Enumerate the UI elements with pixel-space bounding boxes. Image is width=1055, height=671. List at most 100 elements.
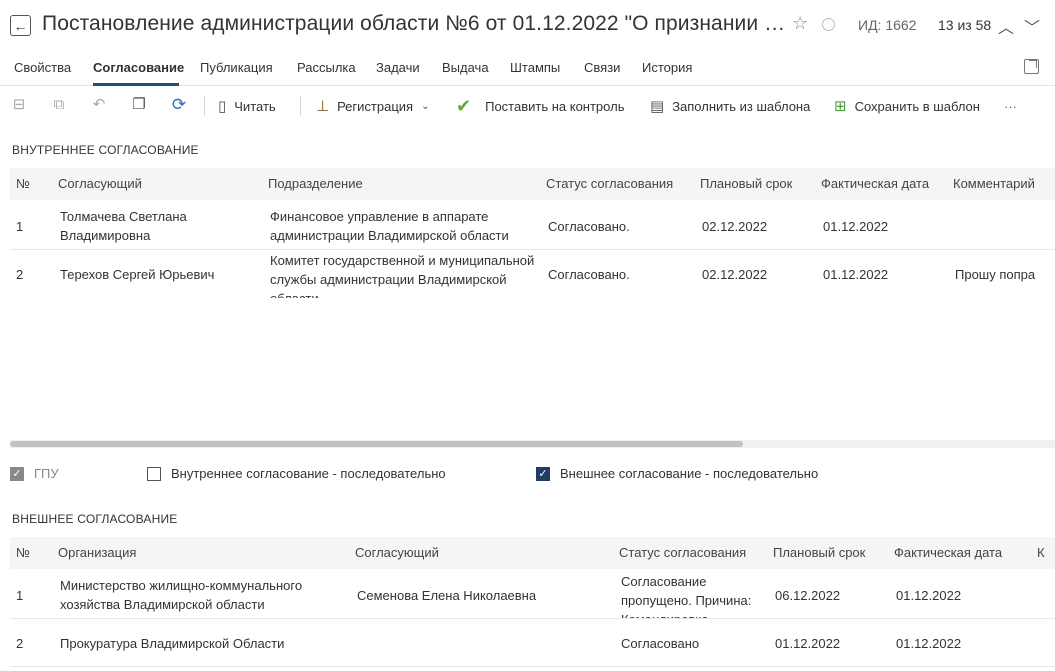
department: Финансовое управление в аппарате админис… [270, 209, 509, 243]
checkbox-box [147, 466, 161, 481]
external-approval-table: № Организация Согласующий Статус согласо… [10, 537, 1055, 671]
row-number: 2 [16, 636, 24, 651]
registration-button[interactable]: ⊥ Регистрация ⌄ [316, 96, 429, 116]
checkbox-label: Внутреннее согласование - последовательн… [171, 466, 446, 481]
document-title: Постановление администрации области №6 о… [42, 12, 787, 35]
tab-mailing[interactable]: Рассылка [297, 60, 356, 75]
checkbox-label: ГПУ [34, 466, 59, 481]
read-button[interactable]: ▯ Читать [218, 96, 276, 116]
checkbox-label: Внешнее согласование - последовательно [560, 466, 819, 481]
check-icon: ✔ [456, 96, 472, 116]
chevron-down-icon[interactable]: ﹀ [1024, 14, 1040, 38]
table-row[interactable]: 1 Толмачева Светлана Владимировна Финанс… [10, 202, 1055, 250]
refresh-icon[interactable]: ⟳ [170, 96, 188, 114]
tab-approval[interactable]: Согласование [93, 60, 184, 75]
approval-options: ✓ ГПУ Внутреннее согласование - последов… [0, 462, 1055, 486]
row-number: 1 [16, 219, 24, 234]
add-document-icon: ⊞ [834, 97, 847, 115]
external-section-title: ВНЕШНЕЕ СОГЛАСОВАНИЕ [12, 512, 178, 526]
more-button[interactable]: ··· [1004, 96, 1017, 116]
back-button[interactable]: ← [10, 15, 31, 36]
save-icon[interactable]: ⊟ [10, 96, 28, 114]
column-header[interactable]: Плановый срок [700, 176, 792, 191]
document-id: ИД: 1662 [858, 17, 917, 33]
document-icon: ▤ [650, 97, 665, 115]
actual-date: 01.12.2022 [823, 219, 889, 234]
column-header[interactable]: Комментарий [953, 176, 1035, 191]
planned-date: 02.12.2022 [702, 219, 768, 234]
approver-name: Терехов Сергей Юрьевич [60, 267, 215, 282]
internal-approval-table: № Согласующий Подразделение Статус согла… [10, 168, 1055, 300]
star-icon[interactable]: ☆ [792, 13, 808, 34]
actual-date: 01.12.2022 [823, 267, 889, 282]
column-header[interactable]: Статус согласования [546, 176, 673, 191]
book-icon: ▯ [218, 97, 227, 115]
actual-date: 01.12.2022 [896, 588, 962, 603]
undo-icon[interactable]: ↶ [90, 96, 108, 114]
internal-sequential-checkbox[interactable]: Внутреннее согласование - последовательн… [147, 466, 446, 481]
planned-date: 01.12.2022 [775, 636, 841, 651]
checkbox-box: ✓ [536, 466, 550, 481]
tab-properties[interactable]: Свойства [14, 60, 71, 75]
save-copy-icon[interactable]: ⧉ [50, 96, 68, 114]
column-header[interactable]: № [16, 545, 30, 560]
approval-status: Согласовано. [548, 219, 630, 234]
planned-date: 06.12.2022 [775, 588, 841, 603]
approver-name: Толмачева Светлана Владимировна [60, 209, 187, 243]
row-number: 2 [16, 267, 24, 282]
internal-section-title: ВНУТРЕННЕЕ СОГЛАСОВАНИЕ [12, 143, 199, 157]
column-header[interactable]: К [1037, 545, 1045, 560]
pager-label: 13 из 58 [938, 17, 992, 33]
comment: Прошу попра [955, 267, 1036, 282]
column-header[interactable]: Плановый срок [773, 545, 865, 560]
chevron-down-icon: ⌄ [421, 100, 430, 112]
column-header[interactable]: Согласующий [58, 176, 142, 191]
column-header[interactable]: Подразделение [268, 176, 363, 191]
tab-tasks[interactable]: Задачи [376, 60, 420, 75]
toolbar-separator [300, 96, 301, 116]
fill-template-button[interactable]: ▤ Заполнить из шаблона [650, 96, 810, 116]
column-header[interactable]: Фактическая дата [894, 545, 1002, 560]
table-header: № Согласующий Подразделение Статус согла… [10, 168, 1055, 200]
column-header[interactable]: Фактическая дата [821, 176, 929, 191]
table-row[interactable]: 2 Терехов Сергей Юрьевич Комитет государ… [10, 250, 1055, 298]
gpu-checkbox[interactable]: ✓ ГПУ [10, 466, 59, 481]
column-header[interactable]: Согласующий [355, 545, 439, 560]
control-button[interactable]: ✔ Поставить на контроль [456, 96, 624, 116]
organization: Прокуратура Владимирской Области [60, 636, 285, 651]
copy-icon[interactable]: ❐ [130, 96, 148, 114]
column-header[interactable]: Статус согласования [619, 545, 746, 560]
approval-status: Согласовано. [548, 267, 630, 282]
horizontal-scrollbar[interactable] [10, 440, 1055, 448]
approval-status: Согласование пропущено. Причина: Команди… [621, 574, 752, 618]
status-circle-icon[interactable] [822, 18, 835, 31]
chevron-up-icon[interactable]: ︿ [998, 14, 1014, 38]
arrow-left-icon: ← [13, 17, 28, 34]
column-header[interactable]: № [16, 176, 30, 191]
stamp-icon: ⊥ [316, 97, 330, 115]
toolbar-separator [204, 96, 205, 116]
tab-publication[interactable]: Публикация [200, 60, 273, 75]
planned-date: 02.12.2022 [702, 267, 768, 282]
column-header[interactable]: Организация [58, 545, 136, 560]
checkbox-box: ✓ [10, 466, 24, 481]
tab-stamps[interactable]: Штампы [510, 60, 560, 75]
actual-date: 01.12.2022 [896, 636, 962, 651]
scrollbar-thumb[interactable] [10, 441, 743, 447]
table-header: № Организация Согласующий Статус согласо… [10, 537, 1055, 569]
title-bar: ← Постановление администрации области №6… [0, 0, 1055, 50]
table-row[interactable]: 2 Прокуратура Владимирской Области Согла… [10, 619, 1055, 667]
save-template-button[interactable]: ⊞ Сохранить в шаблон [834, 96, 980, 116]
organization: Министерство жилищно-коммунального хозяй… [60, 578, 303, 612]
row-number: 1 [16, 588, 24, 603]
toolbar: ⊟ ⧉ ↶ ❐ ⟳ ▯ Читать ⊥ Регистрация ⌄ ✔ Постави… [0, 88, 1055, 124]
tab-history[interactable]: История [642, 60, 692, 75]
table-row[interactable]: 1 Министерство жилищно-коммунального хоз… [10, 571, 1055, 619]
external-sequential-checkbox[interactable]: ✓ Внешнее согласование - последовательно [536, 466, 818, 481]
open-external-icon[interactable] [1024, 59, 1039, 74]
approval-status: Согласовано [621, 636, 700, 651]
approver-name: Семенова Елена Николаевна [357, 588, 537, 603]
tab-links[interactable]: Связи [584, 60, 620, 75]
department: Комитет государственной и муниципальной … [270, 253, 535, 298]
tab-issue[interactable]: Выдача [442, 60, 489, 75]
